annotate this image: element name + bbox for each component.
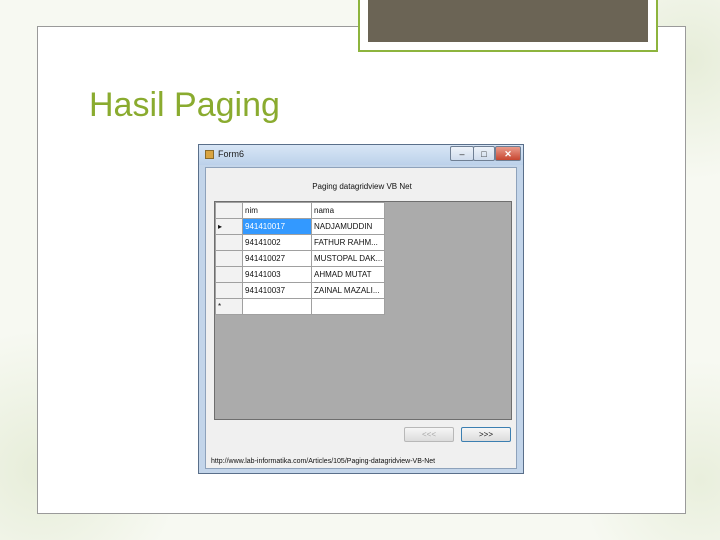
new-row[interactable]: * [215, 298, 386, 315]
row-indicator[interactable] [215, 234, 243, 251]
form-window: Form6 – □ ✕ Paging datagridview VB Net n… [198, 144, 524, 474]
new-row-cell-nim[interactable] [242, 298, 312, 315]
footer-url-label: http://www.lab-informatika.com/Articles/… [211, 458, 436, 465]
cell-nim[interactable]: 94141003 [242, 266, 312, 283]
close-button[interactable]: ✕ [495, 146, 521, 161]
maximize-button[interactable]: □ [473, 146, 495, 161]
cell-nama[interactable]: FATHUR RAHM... [310, 234, 386, 251]
cell-nim[interactable]: 941410037 [242, 282, 312, 299]
window-titlebar[interactable]: Form6 – □ ✕ [199, 145, 523, 165]
cell-nim[interactable]: 94141002 [242, 234, 312, 251]
form-client-area: Paging datagridview VB Net nim nama ▸ 94… [205, 167, 517, 469]
table-row[interactable]: 941410027 MUSTOPAL DAK... [215, 250, 386, 267]
table-row[interactable]: 941410037 ZAINAL MAZALI... [215, 282, 386, 299]
row-header-corner [215, 202, 243, 219]
corner-accent-fill [368, 0, 648, 42]
row-indicator[interactable]: ▸ [215, 218, 243, 235]
corner-accent [358, 0, 658, 52]
new-row-indicator[interactable]: * [215, 298, 243, 315]
column-header-nama[interactable]: nama [310, 202, 386, 219]
table-row[interactable]: 94141003 AHMAD MUTAT [215, 266, 386, 283]
cell-nim[interactable]: 941410017 [242, 218, 312, 235]
window-title: Form6 [218, 149, 245, 159]
cell-nama[interactable]: AHMAD MUTAT [310, 266, 386, 283]
cell-nama[interactable]: ZAINAL MAZALI... [310, 282, 386, 299]
cell-nama[interactable]: MUSTOPAL DAK... [310, 250, 386, 267]
form-heading-label: Paging datagridview VB Net [312, 182, 412, 191]
next-page-button[interactable]: >>> [461, 427, 511, 442]
previous-page-button[interactable]: <<< [404, 427, 454, 442]
table-row[interactable]: ▸ 941410017 NADJAMUDDIN [215, 218, 386, 235]
table-row[interactable]: 94141002 FATHUR RAHM... [215, 234, 386, 251]
form-icon [205, 150, 214, 159]
row-indicator[interactable] [215, 282, 243, 299]
datagridview[interactable]: nim nama ▸ 941410017 NADJAMUDDIN 9414100… [214, 201, 512, 420]
row-indicator[interactable] [215, 250, 243, 267]
minimize-button[interactable]: – [450, 146, 474, 161]
cell-nim[interactable]: 941410027 [242, 250, 312, 267]
slide-title: Hasil Paging [89, 86, 280, 124]
cell-nama[interactable]: NADJAMUDDIN [310, 218, 386, 235]
new-row-cell-nama[interactable] [310, 298, 386, 315]
grid-header-row: nim nama [215, 202, 386, 219]
column-header-nim[interactable]: nim [242, 202, 312, 219]
grid-table: nim nama ▸ 941410017 NADJAMUDDIN 9414100… [215, 202, 386, 315]
row-indicator[interactable] [215, 266, 243, 283]
